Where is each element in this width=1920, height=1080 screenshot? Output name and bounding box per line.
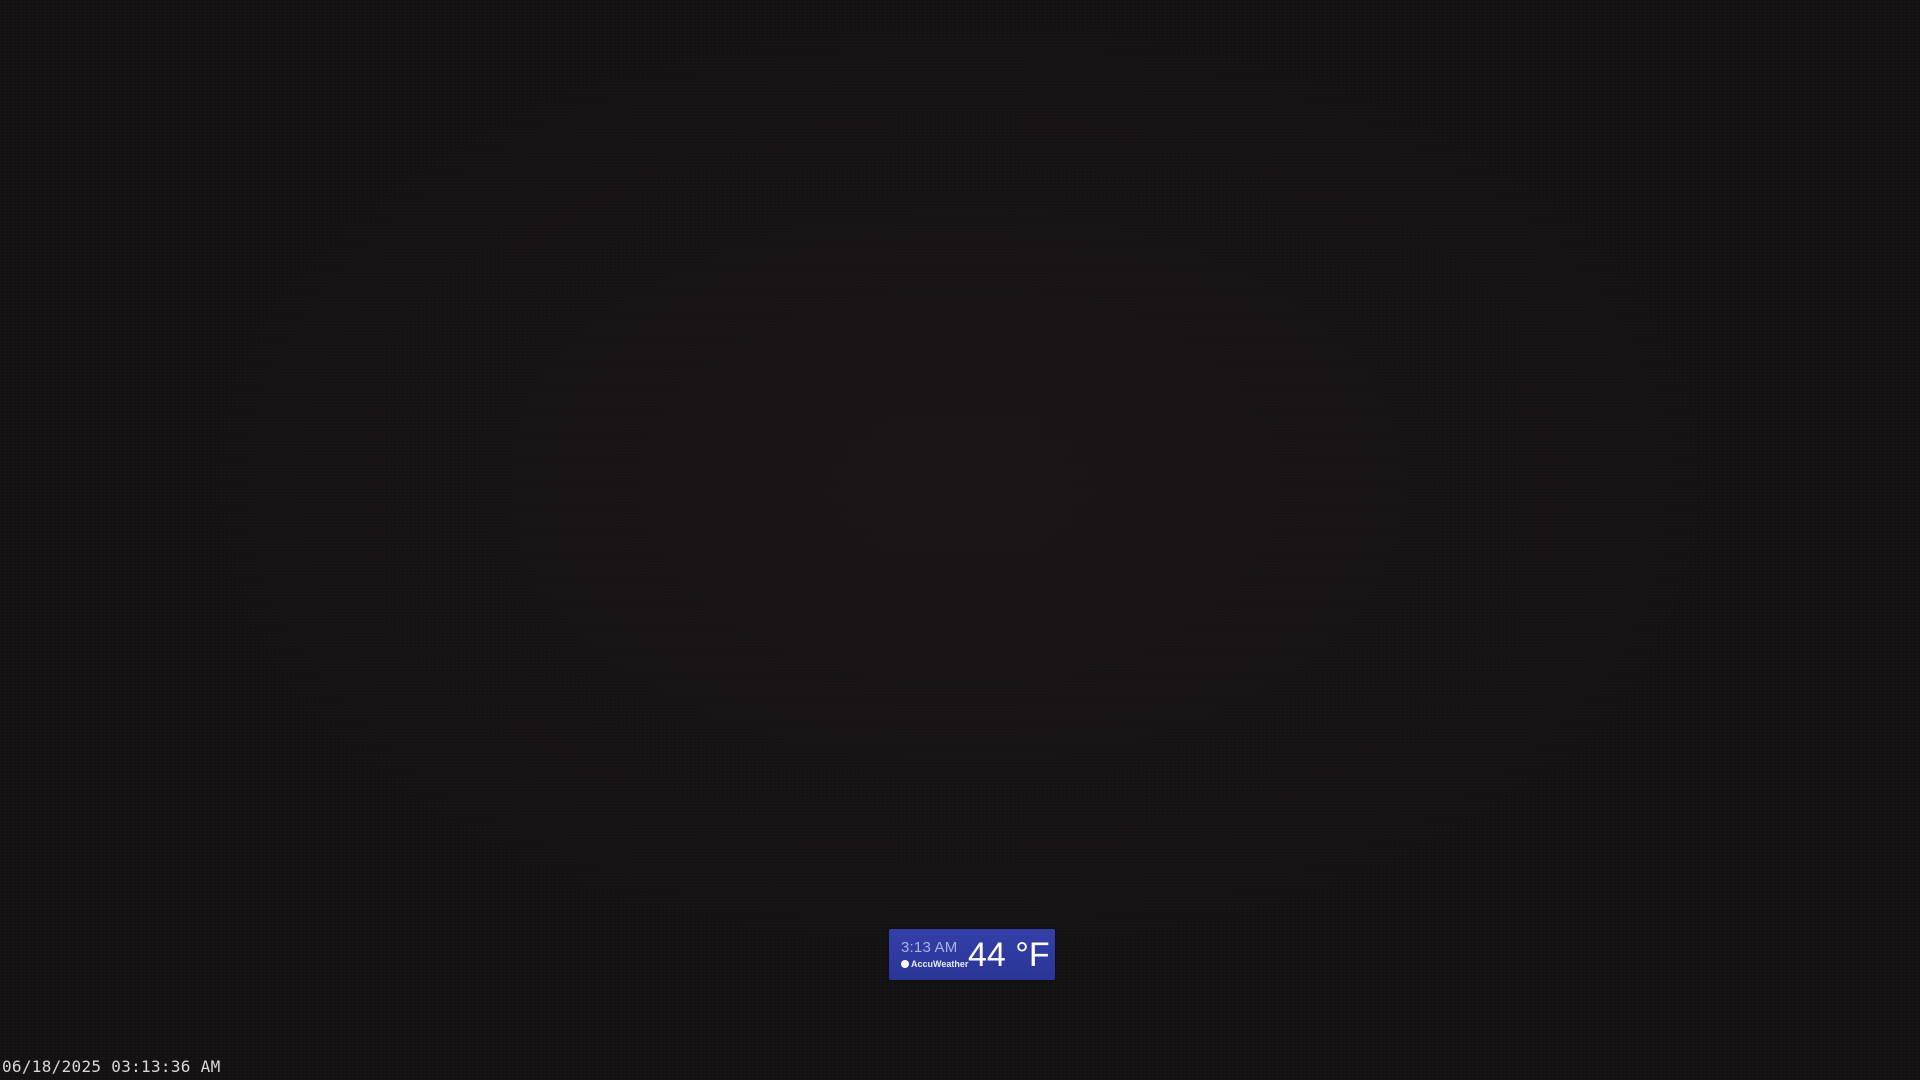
accuweather-sun-icon: [901, 960, 909, 968]
camera-feed: [0, 0, 1920, 1080]
weather-temperature: 44 °F: [968, 936, 1050, 974]
weather-brand: AccuWeather: [901, 959, 968, 969]
weather-brand-label: AccuWeather: [911, 959, 969, 969]
weather-time: 3:13 AM: [901, 939, 958, 956]
camera-timestamp: 06/18/2025 03:13:36 AM: [2, 1057, 221, 1076]
weather-badge[interactable]: 3:13 AM AccuWeather 44 °F: [889, 929, 1055, 980]
